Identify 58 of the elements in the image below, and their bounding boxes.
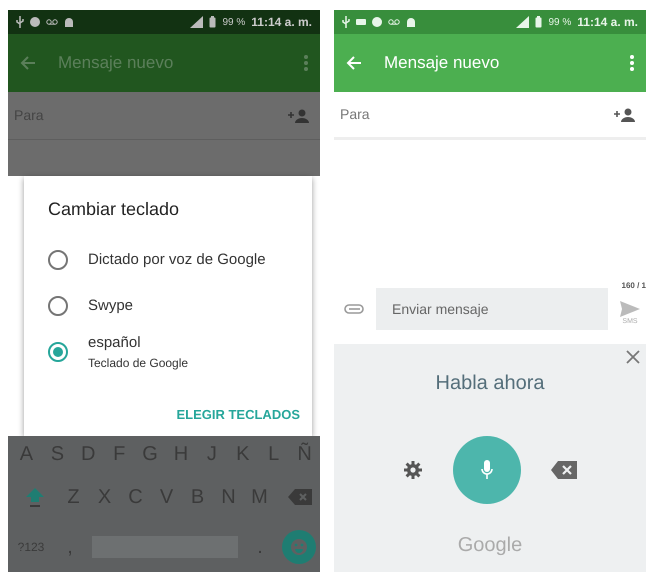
keyboard-option[interactable]: Swype (48, 283, 300, 329)
message-input[interactable]: Enviar mensaje (376, 288, 608, 330)
shift-arrow-icon (25, 487, 45, 507)
close-icon (626, 350, 640, 364)
backspace-key[interactable] (288, 489, 312, 505)
option-label: Swype (88, 296, 134, 316)
add-contact-button[interactable] (614, 108, 636, 122)
attach-button[interactable] (344, 304, 364, 314)
more-vert-icon (630, 55, 634, 71)
option-sublabel: Teclado de Google (88, 355, 188, 372)
keyboard-option[interactable]: español Teclado de Google (48, 329, 300, 375)
back-button[interactable] (20, 55, 36, 71)
battery-icon (535, 16, 542, 28)
screen-title: Mensaje nuevo (58, 52, 174, 74)
screen-title: Mensaje nuevo (384, 52, 500, 74)
character-counter: 160 / 1 (622, 280, 646, 292)
microphone-icon (481, 460, 493, 480)
comma-key[interactable]: , (60, 532, 80, 562)
status-time: 11:14 a. m. (251, 14, 312, 31)
radio-button[interactable] (48, 342, 68, 362)
period-key[interactable]: . (250, 532, 270, 562)
backspace-button[interactable] (551, 461, 577, 479)
recipient-field[interactable]: Para (340, 104, 370, 125)
signal-icon (516, 16, 530, 28)
usb-icon (342, 16, 350, 28)
radio-button[interactable] (48, 296, 68, 316)
more-vert-icon (304, 55, 308, 71)
battery-percentage: 99 % (548, 16, 572, 30)
keyboard-icon (356, 19, 366, 25)
voicemail-icon (388, 19, 400, 25)
menu-button[interactable] (630, 55, 634, 71)
add-person-icon (288, 108, 310, 122)
settings-button[interactable] (403, 460, 423, 480)
send-icon (620, 300, 640, 317)
close-button[interactable] (626, 350, 640, 364)
option-label: Dictado por voz de Google (88, 250, 266, 270)
add-person-icon (614, 108, 636, 122)
paperclip-icon (344, 304, 364, 314)
status-time: 11:14 a. m. (577, 14, 638, 31)
voice-prompt: Habla ahora (436, 371, 544, 396)
smiley-icon (290, 538, 308, 556)
menu-button[interactable] (304, 55, 308, 71)
dialog-title: Cambiar teclado (48, 198, 180, 221)
battery-icon (209, 16, 216, 28)
battery-percentage: 99 % (222, 16, 246, 30)
radio-button[interactable] (48, 250, 68, 270)
option-label: español (88, 332, 142, 353)
usb-icon (16, 16, 24, 28)
settings-icon (403, 460, 423, 480)
google-wordmark: Google (458, 533, 522, 558)
backspace-icon (288, 489, 312, 505)
backspace-icon (551, 461, 577, 479)
choose-keyboards-button[interactable]: ELEGIR TECLADOS (176, 404, 300, 424)
signal-icon (190, 16, 204, 28)
back-arrow-icon (20, 55, 36, 71)
keyboard-option[interactable]: Dictado por voz de Google (48, 237, 300, 283)
voicemail-icon (46, 19, 58, 25)
back-arrow-icon (346, 55, 362, 71)
